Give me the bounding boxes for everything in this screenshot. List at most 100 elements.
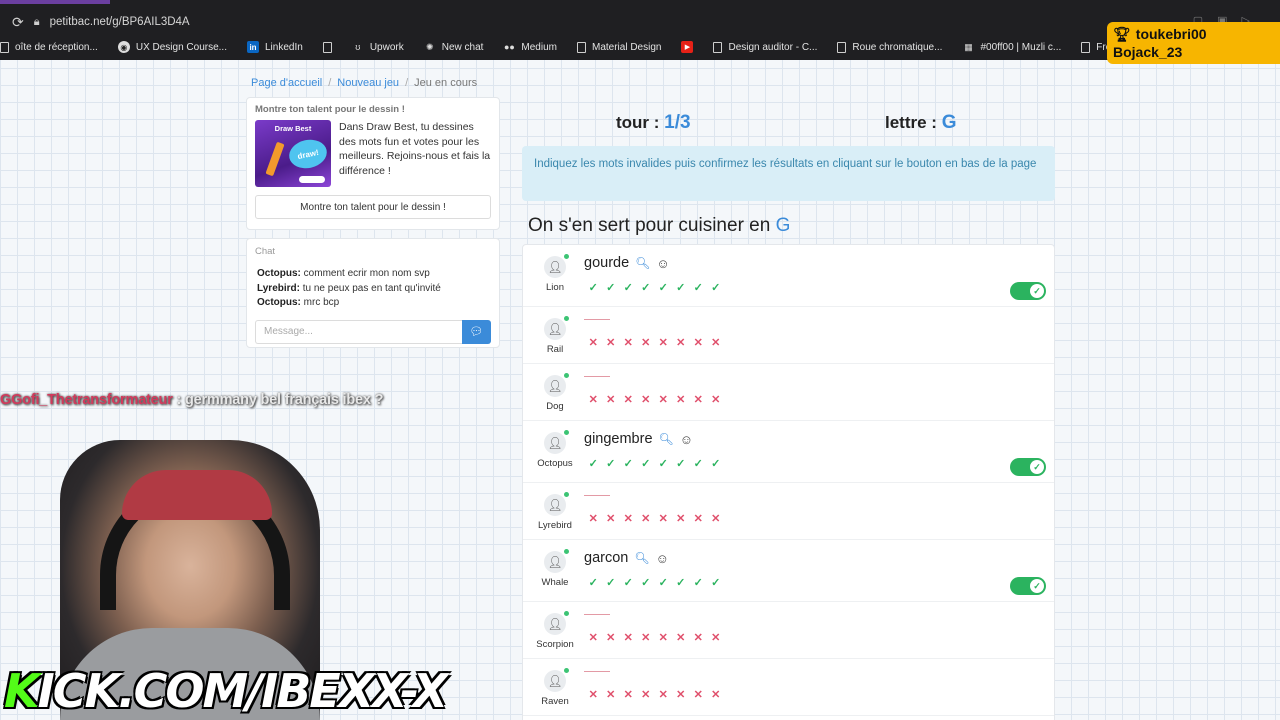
player-name: Lion: [546, 282, 564, 293]
chat-bubble-icon: 💬︎: [469, 326, 484, 338]
answer-row: 👤︎ Octopus gingembre 🔍︎ ☺ ✓ ✓ ✓ ✓ ✓ ✓ ✓ ✓ ✓: [523, 421, 1054, 483]
lock-icon[interactable]: 🔒︎: [34, 16, 40, 29]
bookmark-item[interactable]: ◉ UX Design Course...: [108, 41, 237, 53]
cross-icon: ✕: [588, 689, 598, 701]
answer-word-text: gourde: [584, 255, 630, 271]
emoji-icon[interactable]: ☺: [680, 432, 693, 447]
cross-icon: ✕: [588, 632, 598, 644]
cross-icon: ✕: [676, 337, 686, 349]
player-info: 👤︎ Dog: [533, 373, 577, 412]
vote-marks: ✕ ✕ ✕ ✕ ✕ ✕ ✕ ✕: [587, 393, 722, 406]
cross-icon: ✕: [623, 689, 633, 701]
check-icon: ✓: [1030, 579, 1044, 593]
user-icon: 👤︎: [547, 322, 563, 336]
check-icon: ✓: [588, 458, 598, 470]
bookmark-item[interactable]: ʊ Upwork: [342, 41, 414, 53]
doc-icon: [713, 41, 723, 53]
bookmark-item[interactable]: Material Design: [567, 41, 671, 53]
bookmark-item[interactable]: ▦ #00ff00 | Muzli c...: [952, 41, 1071, 53]
cross-icon: ✕: [693, 394, 703, 406]
cross-icon: ✕: [606, 689, 616, 701]
player-name: Dog: [546, 401, 564, 412]
check-icon: ✓: [1030, 284, 1044, 298]
letter-info: lettre : G: [885, 112, 956, 134]
check-icon: ✓: [676, 282, 686, 294]
bookmark-item[interactable]: Fresh Background...: [1071, 41, 1110, 53]
chat-send-button[interactable]: 💬︎: [462, 319, 491, 344]
url-text[interactable]: petitbac.net/g/BP6AIL3D4A: [50, 16, 190, 28]
bookmark-item[interactable]: Design auditor - C...: [703, 41, 827, 53]
bookmark-label: oîte de réception...: [15, 41, 98, 53]
breadcrumb-home[interactable]: Page d'accueil: [251, 77, 322, 89]
online-indicator: [564, 492, 569, 497]
cross-icon: ✕: [588, 513, 598, 525]
check-icon: ✓: [711, 282, 721, 294]
avatar: 👤︎: [544, 430, 569, 454]
bookmark-item[interactable]: Roue chromatique...: [827, 41, 952, 53]
bookmark-label: Material Design: [591, 41, 662, 53]
cross-icon: ✕: [658, 513, 668, 525]
cross-icon: ✕: [623, 394, 633, 406]
category-letter: G: [775, 215, 791, 236]
bookmark-item[interactable]: [313, 41, 342, 53]
cross-icon: ✕: [606, 513, 616, 525]
chat-message-user: Lyrebird:: [257, 282, 300, 294]
openai-icon: ✺: [425, 41, 434, 52]
valid-toggle[interactable]: ✓: [1010, 282, 1046, 300]
user-icon: 👤︎: [547, 555, 563, 569]
online-indicator: [564, 611, 569, 616]
promo-button[interactable]: Montre ton talent pour le dessin !: [255, 195, 491, 219]
kick-banner-k: K: [4, 664, 40, 718]
cross-icon: ✕: [606, 632, 616, 644]
promo-thumbnail[interactable]: Draw Best draw!: [255, 120, 331, 187]
online-indicator: [564, 316, 569, 321]
vote-marks: ✕ ✕ ✕ ✕ ✕ ✕ ✕ ✕: [587, 688, 722, 701]
avatar: 👤︎: [544, 668, 569, 692]
answer-row: 👤︎ Lion gourde 🔍︎ ☺ ✓ ✓ ✓ ✓ ✓ ✓ ✓ ✓ ✓: [523, 245, 1054, 307]
empty-answer-dash: [584, 376, 610, 377]
search-icon[interactable]: 🔍︎: [634, 551, 649, 565]
cross-icon: ✕: [588, 394, 598, 406]
cross-icon: ✕: [676, 513, 686, 525]
check-icon: ✓: [658, 282, 668, 294]
cap-shape: [122, 470, 272, 520]
cross-icon: ✕: [693, 689, 703, 701]
search-icon[interactable]: 🔍︎: [635, 256, 650, 270]
linkedin-icon: in: [247, 41, 259, 53]
bookmark-label: Design auditor - C...: [728, 41, 818, 53]
check-icon: ✓: [641, 458, 651, 470]
cross-icon: ✕: [606, 337, 616, 349]
chat-message-text: comment ecrir mon nom svp: [303, 268, 430, 279]
bookmark-item[interactable]: ✺ New chat: [414, 41, 494, 53]
cross-icon: ✕: [711, 632, 721, 644]
letter-label: lettre :: [885, 113, 937, 132]
player-info: 👤︎ Lion: [533, 254, 577, 293]
bookmark-item[interactable]: in LinkedIn: [237, 41, 313, 53]
check-icon: ✓: [623, 458, 633, 470]
answer-word-text: gingembre: [584, 431, 653, 447]
chat-card: Chat Octopus: comment ecrir mon nom svp L…: [246, 238, 500, 348]
breadcrumb-new-game[interactable]: Nouveau jeu: [337, 77, 399, 89]
brush-icon: [265, 141, 285, 177]
online-indicator: [564, 254, 569, 259]
bookmark-item[interactable]: ▶: [671, 41, 703, 53]
address-bar[interactable]: ⟳ 🔒︎ petitbac.net/g/BP6AIL3D4A: [12, 13, 190, 31]
answer-row: 👤︎ Whale garcon 🔍︎ ☺ ✓ ✓ ✓ ✓ ✓ ✓ ✓ ✓ ✓: [523, 540, 1054, 602]
valid-toggle[interactable]: ✓: [1010, 577, 1046, 595]
chat-message-input[interactable]: [255, 319, 462, 344]
emoji-icon[interactable]: ☺: [656, 551, 669, 566]
emoji-icon[interactable]: ☺: [656, 256, 669, 271]
bookmark-label: New chat: [441, 41, 484, 53]
valid-toggle[interactable]: ✓: [1010, 458, 1046, 476]
cross-icon: ✕: [693, 513, 703, 525]
online-indicator: [564, 668, 569, 673]
reload-icon[interactable]: ⟳: [12, 14, 24, 31]
answer-row: 👤︎ Dog ✕ ✕ ✕ ✕ ✕ ✕ ✕ ✕: [523, 364, 1054, 421]
stream-chat-user: GGofi_Thetransformateur: [0, 392, 173, 408]
search-icon[interactable]: 🔍︎: [659, 432, 674, 446]
answers-list: 👤︎ Lion gourde 🔍︎ ☺ ✓ ✓ ✓ ✓ ✓ ✓ ✓ ✓ ✓ 👤︎ Rail ✕ ✕ ✕ ✕ ✕ ✕ ✕ ✕ 👤︎…: [522, 244, 1055, 720]
check-icon: ✓: [641, 577, 651, 589]
bookmark-item[interactable]: oîte de réception...: [0, 41, 108, 53]
check-icon: ✓: [606, 577, 616, 589]
bookmark-item[interactable]: ●● Medium: [493, 41, 567, 53]
